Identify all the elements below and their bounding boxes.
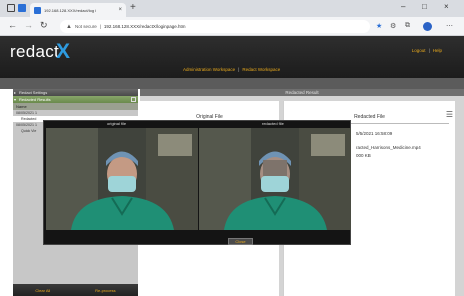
url-text[interactable]: 192.168.128.XXX/redactX/loginpage.htm bbox=[104, 24, 186, 29]
workspace-nav: Administration Workspace | Redact Worksp… bbox=[183, 67, 281, 72]
browser-tab[interactable]: 192.168.128.XXX/redact/log i × bbox=[30, 3, 126, 17]
reprocess-button[interactable]: Re-process bbox=[95, 288, 115, 293]
lock-icon[interactable]: ▲ bbox=[66, 24, 72, 30]
new-tab-button[interactable]: + bbox=[130, 2, 136, 13]
close-button[interactable]: Close bbox=[228, 238, 253, 245]
section-redacted-results[interactable]: Redacted Results bbox=[13, 96, 138, 103]
section-redact-settings[interactable]: Redact Settings bbox=[13, 89, 138, 96]
header-stripe bbox=[0, 78, 464, 89]
logo-mark: X bbox=[56, 40, 71, 63]
sidebar-footer: Clear All Re-process bbox=[13, 284, 138, 296]
browser-tab-bar: 192.168.128.XXX/redact/log i × + – □ × bbox=[0, 0, 464, 17]
main-title: Redacted Result bbox=[140, 89, 464, 96]
back-icon[interactable]: ← bbox=[8, 20, 17, 30]
minimize-button[interactable]: – bbox=[401, 2, 405, 11]
redacted-video-frame bbox=[199, 128, 351, 230]
redact-workspace-link[interactable]: Redact Workspace bbox=[242, 67, 280, 72]
refresh-icon[interactable] bbox=[131, 97, 136, 102]
original-video-frame bbox=[46, 128, 198, 230]
browser-nav-bar: ← → ↻ ▲ Not secure | 192.168.128.XXX/red… bbox=[0, 17, 464, 36]
profile-icon[interactable] bbox=[423, 22, 432, 31]
original-video-title: original file bbox=[107, 121, 127, 126]
column-header-name[interactable]: Name bbox=[13, 103, 138, 110]
info-filename: racted_Harrisons_Medicine.mp4 bbox=[356, 145, 421, 150]
star-icon[interactable]: ★ bbox=[376, 22, 382, 30]
original-video[interactable] bbox=[46, 128, 198, 230]
more-menu-icon[interactable]: ⋯ bbox=[446, 22, 453, 30]
tab-title: 192.168.128.XXX/redact/log i bbox=[44, 7, 97, 13]
not-secure-label: Not secure bbox=[74, 24, 97, 29]
window-menu-icon[interactable] bbox=[7, 4, 15, 12]
reload-icon[interactable]: ↻ bbox=[40, 20, 48, 31]
video-compare-modal: original file redacted file Close bbox=[43, 120, 351, 245]
hamburger-menu-icon[interactable]: ☰ bbox=[446, 110, 453, 119]
tab-actions-icon[interactable] bbox=[18, 4, 26, 12]
logo-text: redact bbox=[10, 42, 60, 61]
favicon-icon bbox=[34, 6, 41, 14]
address-bar[interactable]: ▲ Not secure | 192.168.128.XXX/redactX/l… bbox=[60, 20, 370, 33]
collections-icon[interactable]: ⧉ bbox=[405, 22, 410, 30]
maximize-button[interactable]: □ bbox=[422, 2, 427, 11]
forward-icon[interactable]: → bbox=[24, 20, 33, 30]
redacted-video[interactable] bbox=[199, 128, 351, 230]
redacted-video-title: redacted file bbox=[262, 121, 284, 126]
info-size: 000 KB bbox=[356, 153, 371, 158]
admin-workspace-link[interactable]: Administration Workspace bbox=[183, 67, 235, 72]
section-label: Redacted Results bbox=[19, 97, 51, 102]
close-window-button[interactable]: × bbox=[444, 2, 449, 11]
help-link[interactable]: Help bbox=[433, 48, 442, 53]
tab-close-icon[interactable]: × bbox=[118, 7, 122, 13]
extensions-icon[interactable]: ⚙ bbox=[390, 22, 396, 30]
header-links: Logout | Help bbox=[411, 48, 442, 53]
clear-all-button[interactable]: Clear All bbox=[35, 288, 50, 293]
logout-link[interactable]: Logout bbox=[412, 48, 426, 53]
app-header: redact X Logout | Help Administration Wo… bbox=[0, 36, 464, 78]
info-date: 5/5/2021 16:58:09 bbox=[356, 131, 393, 136]
